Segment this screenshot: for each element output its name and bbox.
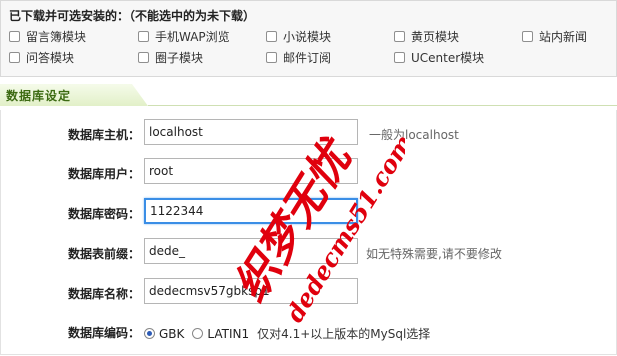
module-sitenews[interactable]: 站内新闻: [522, 28, 587, 44]
section-header: 数据库设定: [0, 84, 617, 106]
checkbox[interactable]: [266, 51, 277, 63]
db-prefix-input[interactable]: [144, 238, 358, 264]
module-label: 问答模块: [26, 50, 75, 65]
checkbox[interactable]: [522, 30, 533, 42]
module-yellowpages[interactable]: 黄页模块: [394, 28, 459, 44]
checkbox[interactable]: [394, 51, 405, 63]
label-db-host: 数据库主机：: [67, 128, 140, 142]
module-circle[interactable]: 圈子模块: [138, 49, 203, 65]
db-settings-form: 数据库主机： 一般为localhost 数据库用户： 数据库密码： 数据表前缀：…: [0, 110, 617, 355]
checkbox[interactable]: [9, 51, 20, 63]
module-label: UCenter模块: [411, 50, 485, 65]
module-label: 手机WAP浏览: [155, 29, 230, 44]
label-db-prefix: 数据表前缀：: [67, 247, 140, 261]
charset-note: 仅对4.1+以上版本的MySql选择: [257, 327, 431, 341]
checkbox[interactable]: [266, 30, 277, 42]
db-name-input[interactable]: [144, 278, 358, 304]
section-title: 数据库设定: [6, 89, 72, 103]
row-db-charset: 数据库编码： GBK LATIN1 仅对4.1+以上版本的MySql选择: [1, 313, 616, 351]
module-novel[interactable]: 小说模块: [266, 28, 331, 44]
module-guestbook[interactable]: 留言簿模块: [9, 28, 86, 44]
db-host-hint: 一般为localhost: [369, 128, 459, 142]
charset-radio-group: GBK LATIN1 仅对4.1+以上版本的MySql选择: [144, 325, 430, 342]
db-host-input[interactable]: [144, 119, 358, 145]
module-qa[interactable]: 问答模块: [9, 49, 74, 65]
label-db-pass: 数据库密码：: [67, 207, 140, 221]
radio-latin1[interactable]: [192, 328, 204, 339]
section-divider: [148, 105, 617, 106]
modules-title: 已下载并可选安装的：（不能选中的为未下载）: [9, 9, 256, 23]
module-label: 留言簿模块: [26, 29, 87, 44]
db-user-input[interactable]: [144, 158, 358, 184]
label-db-charset: 数据库编码：: [67, 326, 140, 340]
row-db-user: 数据库用户：: [1, 154, 616, 192]
db-pass-input[interactable]: [144, 198, 358, 224]
module-ucenter[interactable]: UCenter模块: [394, 49, 484, 65]
modules-panel: 已下载并可选安装的：（不能选中的为未下载） 留言簿模块 手机WAP浏览 小说模块…: [0, 0, 617, 77]
module-label: 圈子模块: [155, 50, 204, 65]
module-label: 邮件订阅: [283, 50, 332, 65]
row-db-pass: 数据库密码：: [1, 194, 616, 232]
row-db-prefix: 数据表前缀： 如无特殊需要,请不要修改: [1, 234, 616, 272]
row-db-name: 数据库名称：: [1, 274, 616, 312]
label-db-user: 数据库用户：: [67, 167, 140, 181]
db-prefix-hint: 如无特殊需要,请不要修改: [366, 247, 502, 261]
checkbox[interactable]: [138, 30, 149, 42]
module-label: 黄页模块: [411, 29, 460, 44]
module-label: 站内新闻: [539, 29, 588, 44]
checkbox[interactable]: [394, 30, 405, 42]
radio-latin1-label[interactable]: LATIN1: [207, 327, 249, 341]
radio-gbk-label[interactable]: GBK: [159, 327, 184, 341]
module-label: 小说模块: [283, 29, 332, 44]
module-wap[interactable]: 手机WAP浏览: [138, 28, 230, 44]
module-mail[interactable]: 邮件订阅: [266, 49, 331, 65]
checkbox[interactable]: [9, 30, 20, 42]
radio-gbk[interactable]: [144, 328, 155, 339]
checkbox[interactable]: [138, 51, 149, 63]
row-db-host: 数据库主机： 一般为localhost: [1, 115, 616, 153]
label-db-name: 数据库名称：: [67, 287, 140, 301]
